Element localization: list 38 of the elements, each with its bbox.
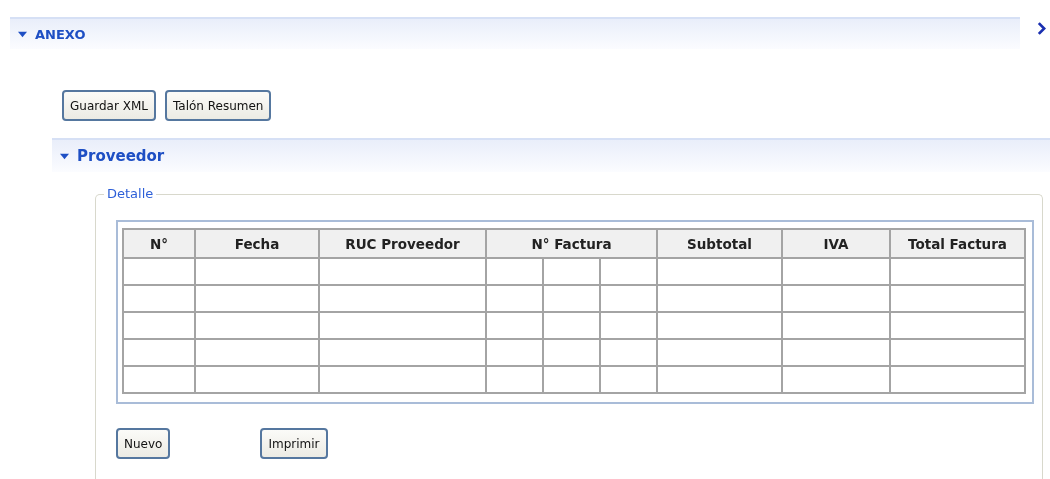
- table-cell: [123, 339, 195, 366]
- action-button[interactable]: Guardar XML: [62, 90, 156, 121]
- table-cell: [600, 285, 657, 312]
- table-cell: [486, 366, 543, 393]
- table-cell: [486, 285, 543, 312]
- table-cell: [543, 366, 600, 393]
- column-header: IVA: [782, 229, 890, 258]
- table-cell: [543, 258, 600, 285]
- table-cell: [543, 285, 600, 312]
- action-button[interactable]: Nuevo: [116, 428, 171, 459]
- action-button[interactable]: Talón Resumen: [164, 90, 272, 121]
- column-header: Fecha: [195, 229, 319, 258]
- table-cell: [123, 285, 195, 312]
- column-header: N° Factura: [486, 229, 657, 258]
- table-cell: [123, 258, 195, 285]
- table-cell: [600, 339, 657, 366]
- table-cell: [123, 366, 195, 393]
- table-cell: [123, 312, 195, 339]
- column-header: Total Factura: [890, 229, 1025, 258]
- column-header: Subtotal: [657, 229, 782, 258]
- section-title: ANEXO: [35, 26, 86, 42]
- section-header[interactable]: ANEXO: [10, 17, 1020, 49]
- table-cell: [486, 312, 543, 339]
- caret-down-icon: [60, 151, 69, 161]
- caret-down-icon: [18, 29, 27, 39]
- action-button[interactable]: Imprimir: [260, 428, 328, 459]
- table-cell: [543, 339, 600, 366]
- table-cell: [600, 366, 657, 393]
- table-cell: [600, 258, 657, 285]
- chevron-right-icon[interactable]: [1037, 22, 1046, 35]
- table-cell: [486, 258, 543, 285]
- column-header: N°: [123, 229, 195, 258]
- section-header[interactable]: Proveedor: [52, 138, 1050, 172]
- table-cell: [600, 312, 657, 339]
- table-cell: [486, 339, 543, 366]
- table-cell: [543, 312, 600, 339]
- column-header: RUC Proveedor: [319, 229, 486, 258]
- section-title: Proveedor: [77, 147, 165, 165]
